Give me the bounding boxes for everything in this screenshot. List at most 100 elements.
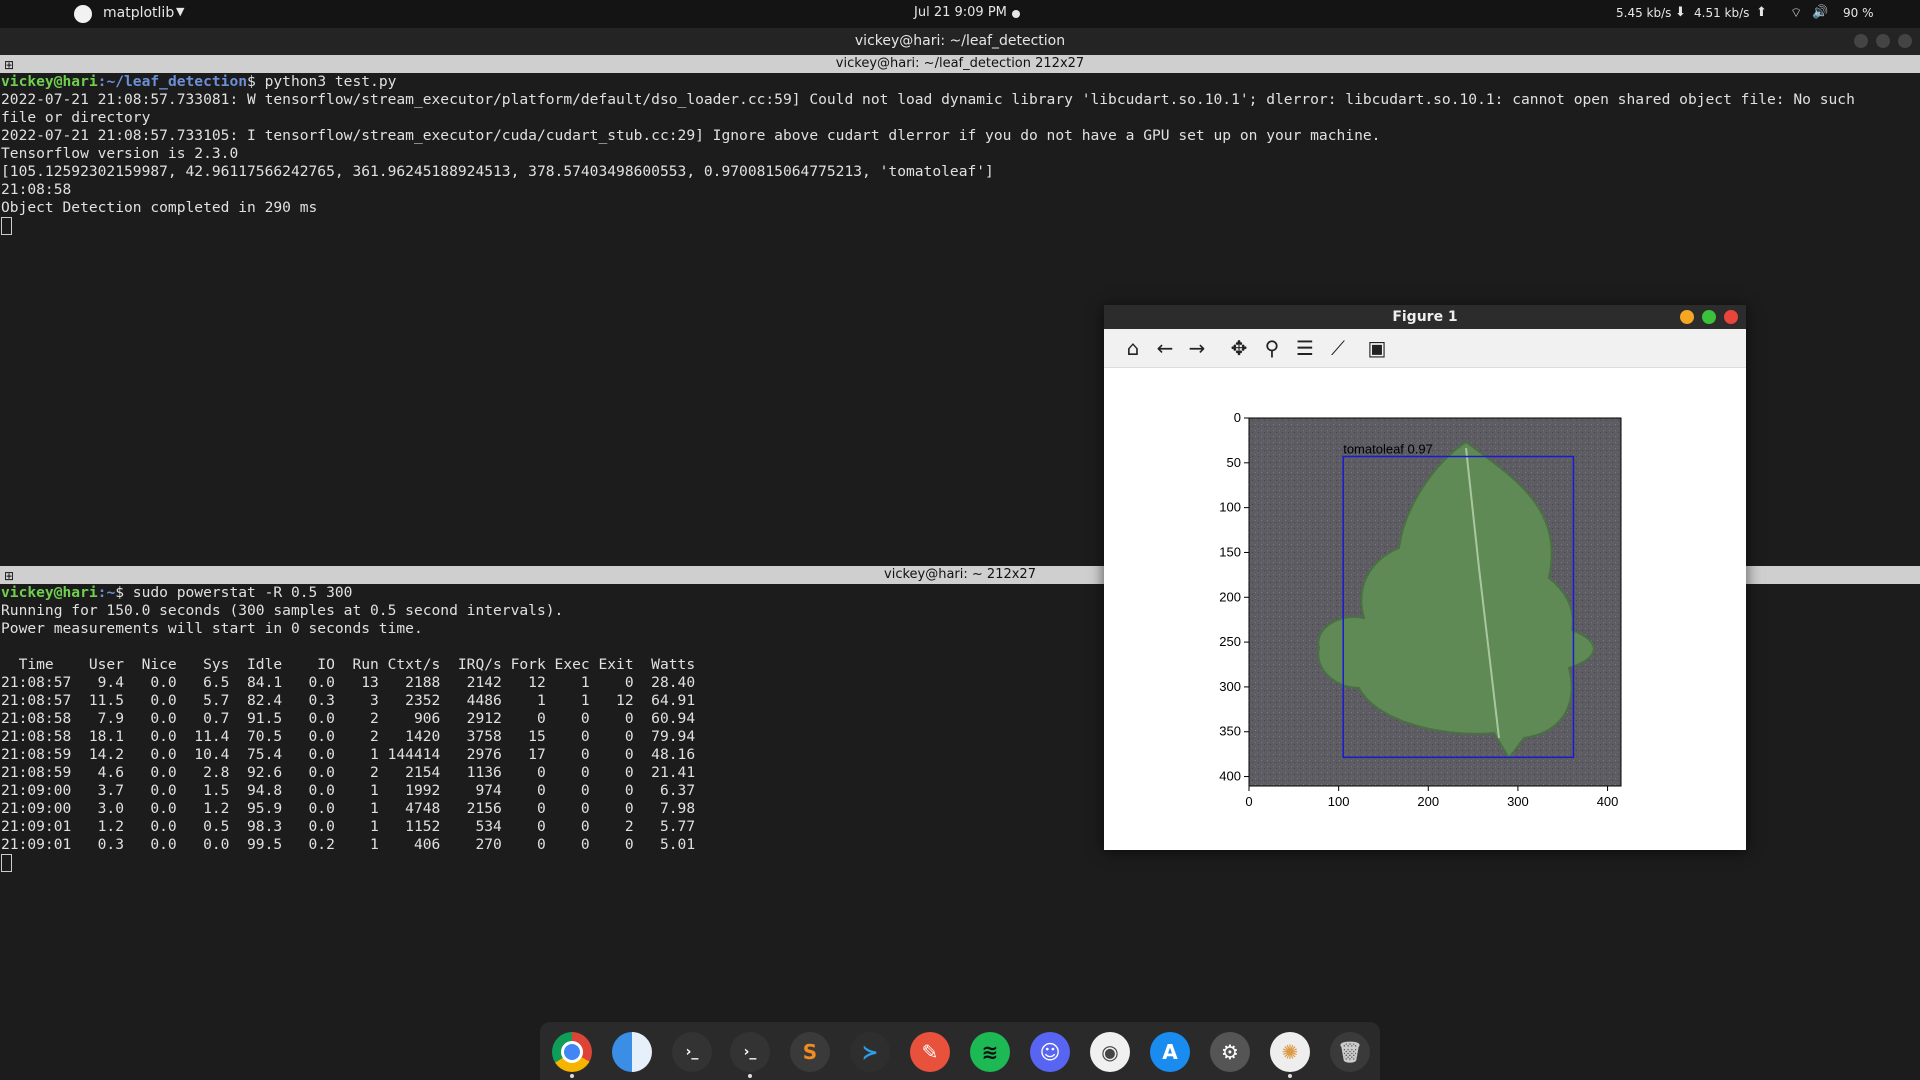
minimize-button[interactable]	[1854, 34, 1868, 48]
battery-indicator[interactable]: 90 %	[1843, 6, 1874, 20]
y-tick-label: 250	[1219, 634, 1241, 649]
output-line: [105.12592302159987, 42.96117566242765, …	[1, 163, 994, 180]
y-tick-label: 0	[1234, 410, 1241, 425]
matplotlib-app-icon	[74, 5, 92, 23]
save-icon[interactable]: ▣	[1364, 335, 1390, 361]
output-line: 2022-07-21 21:08:57.733081: W tensorflow…	[1, 91, 1855, 108]
figure-title: Figure 1	[1392, 309, 1458, 325]
x-tick-label: 300	[1507, 794, 1529, 809]
wifi-icon[interactable]: ⌔	[1790, 5, 1802, 21]
pan-icon[interactable]: ✥	[1226, 335, 1252, 361]
subplots-config-icon[interactable]: ☰	[1292, 335, 1318, 361]
home-icon[interactable]: ⌂	[1120, 335, 1146, 361]
table-header: Time User Nice Sys Idle IO Run Ctxt/s IR…	[1, 656, 696, 673]
output-line: 2022-07-21 21:08:57.733105: I tensorflow…	[1, 127, 1381, 144]
x-tick-label: 100	[1328, 794, 1350, 809]
appstore-icon[interactable]: A	[1150, 1032, 1190, 1072]
discord-icon[interactable]: ☺	[1030, 1032, 1070, 1072]
upload-arrow-icon: ⬆	[1756, 5, 1767, 20]
back-arrow-icon[interactable]: ←	[1152, 335, 1178, 361]
sublime-icon[interactable]: S	[790, 1032, 830, 1072]
pencil-icon[interactable]: ✎	[910, 1032, 950, 1072]
running-indicator	[1288, 1074, 1292, 1078]
y-tick-label: 100	[1219, 500, 1241, 515]
figure-toolbar: ⌂ ← → ✥ ⚲ ☰ ⟋ ▣	[1104, 329, 1746, 368]
figure-canvas[interactable]: tomatoleaf 0.97 0 50 100 150 200 250 300 350 400…	[1104, 368, 1746, 850]
pane-header: ⊞ vickey@hari: ~/leaf_detection 212x27	[0, 55, 1920, 73]
close-button[interactable]	[1898, 34, 1912, 48]
y-tick-label: 300	[1219, 679, 1241, 694]
command: $ python3 test.py	[247, 73, 397, 90]
figure-window[interactable]: Figure 1 ⌂ ← → ✥ ⚲ ☰ ⟋ ▣ tomatoleaf 0.97	[1104, 305, 1746, 850]
y-tick-label: 400	[1219, 769, 1241, 784]
text-cursor	[1, 217, 12, 235]
table-row: 21:08:58 7.9 0.0 0.7 91.5 0.0 2 906 2912…	[1, 710, 696, 727]
pane-split-icon[interactable]: ⊞	[4, 567, 14, 585]
y-tick-label: 50	[1227, 455, 1241, 470]
terminal-icon[interactable]: ›_	[730, 1032, 770, 1072]
table-row: 21:09:00 3.0 0.0 1.2 95.9 0.0 1 4748 215…	[1, 800, 696, 817]
table-row: 21:08:57 9.4 0.0 6.5 84.1 0.0 13 2188 21…	[1, 674, 696, 691]
finder-icon[interactable]	[612, 1032, 652, 1072]
table-row: 21:08:59 14.2 0.0 10.4 75.4 0.0 1 144414…	[1, 746, 696, 763]
minimize-button[interactable]	[1680, 310, 1694, 324]
text-cursor	[1, 854, 12, 872]
prompt-path: :~	[97, 584, 116, 601]
pane-title: vickey@hari: ~ 212x27	[884, 567, 1036, 582]
terminal-icon[interactable]: ›_	[672, 1032, 712, 1072]
table-row: 21:08:58 18.1 0.0 11.4 70.5 0.0 2 1420 3…	[1, 728, 696, 745]
table-row: 21:09:00 3.7 0.0 1.5 94.8 0.0 1 1992 974…	[1, 782, 696, 799]
x-tick-label: 200	[1417, 794, 1439, 809]
output-line: Power measurements will start in 0 secon…	[1, 620, 423, 637]
download-arrow-icon: ⬇	[1675, 5, 1686, 20]
table-row: 21:09:01 0.3 0.0 0.0 99.5 0.2 1 406 270 …	[1, 836, 696, 853]
pane-title: vickey@hari: ~/leaf_detection 212x27	[835, 56, 1085, 71]
prompt-user: vickey@hari	[1, 584, 98, 601]
table-row: 21:09:01 1.2 0.0 0.5 98.3 0.0 1 1152 534…	[1, 818, 696, 835]
pane-split-icon[interactable]: ⊞	[4, 56, 14, 74]
dock: ›_ ›_ S ≻ ✎ ≋ ☺ ◉ A ⚙ ✺ 🗑	[540, 1022, 1380, 1080]
prompt-path: :~/leaf_detection	[97, 73, 248, 90]
chrome-icon[interactable]	[552, 1032, 592, 1072]
table-row: 21:08:57 11.5 0.0 5.7 82.4 0.3 3 2352 44…	[1, 692, 696, 709]
running-indicator	[748, 1074, 752, 1078]
x-tick-label: 0	[1245, 794, 1252, 809]
trash-icon[interactable]: 🗑	[1330, 1032, 1370, 1072]
y-axis: 0 50 100 150 200 250 300 350 400	[1219, 410, 1249, 784]
output-line: Tensorflow version is 2.3.0	[1, 145, 239, 162]
forward-arrow-icon[interactable]: →	[1184, 335, 1210, 361]
x-axis: 0 100 200 300 400	[1245, 786, 1618, 809]
command: $ sudo powerstat -R 0.5 300	[115, 584, 353, 601]
y-tick-label: 200	[1219, 589, 1241, 604]
matplotlib-icon[interactable]: ✺	[1270, 1032, 1310, 1072]
camera-icon[interactable]: ◉	[1090, 1032, 1130, 1072]
running-indicator	[570, 1074, 574, 1078]
edit-axis-icon[interactable]: ⟋	[1325, 335, 1351, 361]
output-line: file or directory	[1, 109, 151, 126]
maximize-button[interactable]	[1702, 310, 1716, 324]
output-line: Object Detection completed in 290 ms	[1, 199, 318, 216]
window-title: vickey@hari: ~/leaf_detection	[0, 28, 1920, 55]
app-name[interactable]: matplotlib	[103, 5, 174, 21]
figure-titlebar[interactable]: Figure 1	[1104, 305, 1746, 329]
clock[interactable]: Jul 21 9:09 PM	[914, 5, 1007, 20]
close-button[interactable]	[1724, 310, 1738, 324]
notification-dot	[1012, 10, 1020, 18]
x-tick-label: 400	[1597, 794, 1619, 809]
maximize-button[interactable]	[1876, 34, 1890, 48]
settings-icon[interactable]: ⚙	[1210, 1032, 1250, 1072]
detection-label: tomatoleaf 0.97	[1343, 442, 1433, 457]
top-menu-bar: matplotlib ▼ Jul 21 9:09 PM 5.45 kb/s ⬇ …	[0, 0, 1920, 28]
output-line: 21:08:58	[1, 181, 72, 198]
terminal-output: vickey@hari:~/leaf_detection$ python3 te…	[0, 73, 1920, 235]
chevron-down-icon[interactable]: ▼	[176, 5, 184, 18]
net-up: 4.51 kb/s	[1694, 6, 1750, 20]
spotify-icon[interactable]: ≋	[970, 1032, 1010, 1072]
table-row: 21:08:59 4.6 0.0 2.8 92.6 0.0 2 2154 113…	[1, 764, 696, 781]
zoom-icon[interactable]: ⚲	[1259, 335, 1285, 361]
output-line: Running for 150.0 seconds (300 samples a…	[1, 602, 564, 619]
volume-icon[interactable]: 🔊	[1812, 5, 1828, 20]
net-down: 5.45 kb/s	[1616, 6, 1672, 20]
vscode-icon[interactable]: ≻	[850, 1032, 890, 1072]
prompt-user: vickey@hari	[1, 73, 98, 90]
